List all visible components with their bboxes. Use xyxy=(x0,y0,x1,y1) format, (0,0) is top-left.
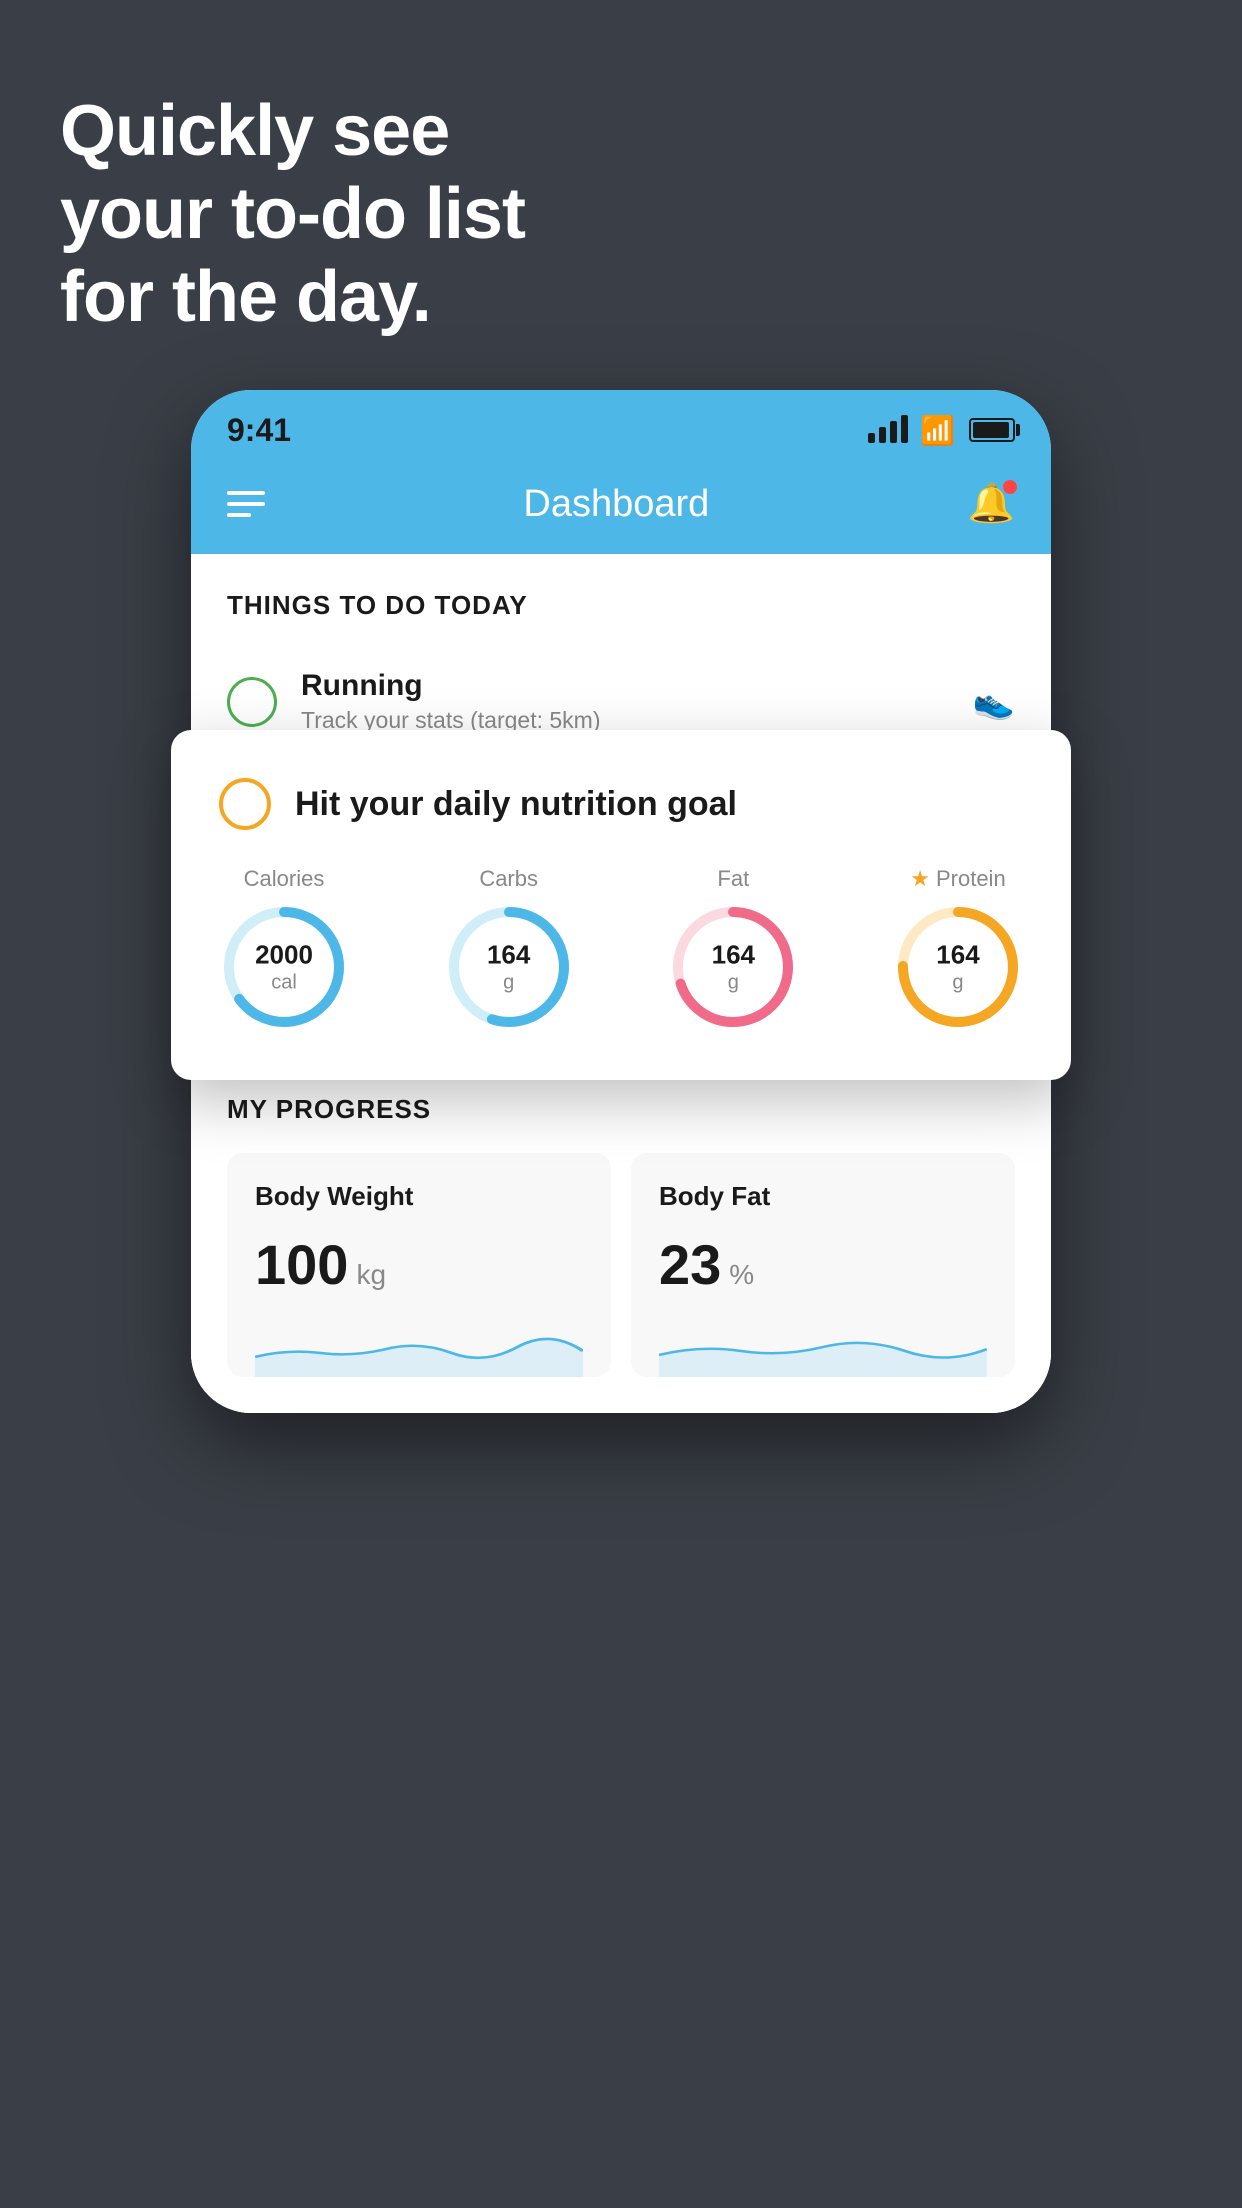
status-bar: 9:41 📶 xyxy=(191,390,1051,462)
carbs-value: 164 xyxy=(487,939,530,970)
protein-value: 164 xyxy=(936,939,979,970)
protein-label: ★ Protein xyxy=(910,866,1005,892)
progress-cards: Body Weight 100 kg Body Fat 23 % xyxy=(227,1153,1015,1377)
fat-unit: g xyxy=(728,972,739,994)
nutrition-protein: ★ Protein 164 g xyxy=(893,866,1023,1032)
body-weight-title: Body Weight xyxy=(255,1181,583,1212)
fat-label: Fat xyxy=(717,866,749,892)
nutrition-fat: Fat 164 g xyxy=(668,866,798,1032)
body-weight-value: 100 xyxy=(255,1232,348,1297)
fat-value: 164 xyxy=(712,939,755,970)
nutrition-circles-row: Calories 2000 cal Carbs xyxy=(219,866,1023,1032)
calories-label: Calories xyxy=(244,866,325,892)
battery-icon xyxy=(969,418,1015,442)
body-fat-value: 23 xyxy=(659,1232,721,1297)
body-fat-unit: % xyxy=(729,1259,754,1291)
status-time: 9:41 xyxy=(227,412,291,449)
body-fat-card[interactable]: Body Fat 23 % xyxy=(631,1153,1015,1377)
app-header: Dashboard 🔔 xyxy=(191,462,1051,554)
hero-line2: your to-do list xyxy=(60,173,525,256)
calories-donut: 2000 cal xyxy=(219,902,349,1032)
body-fat-title: Body Fat xyxy=(659,1181,987,1212)
progress-section: MY PROGRESS Body Weight 100 kg Bod xyxy=(191,1046,1051,1413)
star-icon: ★ xyxy=(910,866,930,892)
hero-line3: for the day. xyxy=(60,256,525,339)
hamburger-menu-icon[interactable] xyxy=(227,491,265,517)
body-fat-chart xyxy=(659,1317,987,1377)
carbs-unit: g xyxy=(503,972,514,994)
todo-item-title: Running xyxy=(301,669,949,703)
calories-value: 2000 xyxy=(255,939,313,970)
notification-bell-button[interactable]: 🔔 xyxy=(968,482,1015,526)
calories-unit: cal xyxy=(271,972,297,994)
nutrition-card: Hit your daily nutrition goal Calories 2… xyxy=(171,730,1071,1080)
header-title: Dashboard xyxy=(523,483,709,526)
hero-text: Quickly see your to-do list for the day. xyxy=(60,90,525,338)
body-weight-unit: kg xyxy=(356,1259,386,1291)
hero-line1: Quickly see xyxy=(60,90,525,173)
nutrition-carbs: Carbs 164 g xyxy=(444,866,574,1032)
things-section-header: THINGS TO DO TODAY xyxy=(191,554,1051,641)
protein-donut: 164 g xyxy=(893,902,1023,1032)
fat-donut: 164 g xyxy=(668,902,798,1032)
wifi-icon: 📶 xyxy=(920,414,955,447)
carbs-donut: 164 g xyxy=(444,902,574,1032)
progress-section-title: MY PROGRESS xyxy=(227,1094,1015,1125)
body-weight-card[interactable]: Body Weight 100 kg xyxy=(227,1153,611,1377)
carbs-label: Carbs xyxy=(479,866,538,892)
nutrition-calories: Calories 2000 cal xyxy=(219,866,349,1032)
notification-dot xyxy=(1003,480,1017,494)
signal-icon xyxy=(868,417,908,443)
status-icons: 📶 xyxy=(868,414,1015,447)
todo-check-circle xyxy=(227,677,277,727)
body-weight-chart xyxy=(255,1317,583,1377)
nutrition-check-circle xyxy=(219,778,271,830)
protein-unit: g xyxy=(952,972,963,994)
nutrition-card-title: Hit your daily nutrition goal xyxy=(295,785,737,824)
running-icon: 👟 xyxy=(973,682,1015,722)
